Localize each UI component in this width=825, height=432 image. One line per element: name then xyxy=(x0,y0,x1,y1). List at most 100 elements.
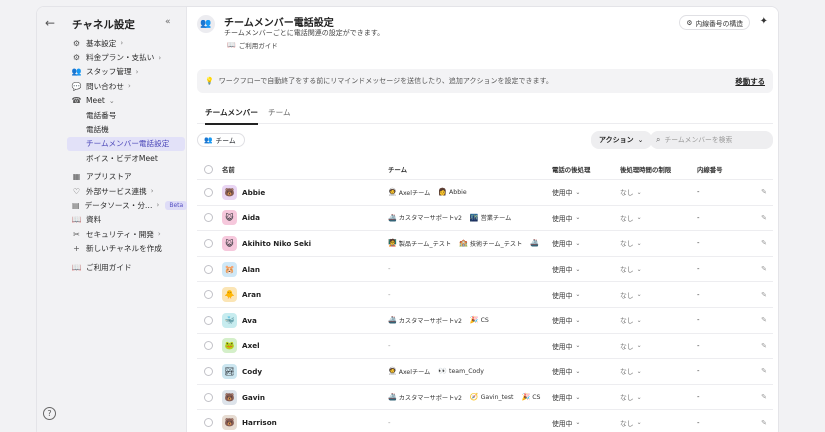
edit-icon[interactable]: ✎ xyxy=(761,316,767,324)
select-all-checkbox[interactable] xyxy=(204,165,213,174)
row-checkbox[interactable] xyxy=(204,238,213,248)
sidebar-item[interactable]: 📖 資料 xyxy=(67,213,185,227)
member-name[interactable]: Ava xyxy=(242,316,257,325)
extension-structure-button[interactable]: ⚙ 内線番号の構造 xyxy=(679,15,750,30)
sidebar-item[interactable]: 👥 スタッフ管理 › xyxy=(67,65,185,79)
time-limit-dropdown[interactable]: なし ⌄ xyxy=(620,180,642,205)
after-call-dropdown[interactable]: 使用中 ⌄ xyxy=(552,231,580,256)
sidebar-item[interactable]: ♡ 外部サービス連携 › xyxy=(67,184,185,198)
sidebar-item[interactable]: 💬 問い合わせ › xyxy=(67,79,185,93)
edit-icon[interactable]: ✎ xyxy=(761,367,767,375)
edit-icon[interactable]: ✎ xyxy=(761,239,767,247)
name-cell: 🐻 Abbie xyxy=(222,180,265,205)
banner-move-link[interactable]: 移動する xyxy=(735,76,765,87)
after-call-dropdown[interactable]: 使用中 ⌄ xyxy=(552,206,580,231)
member-name[interactable]: Abbie xyxy=(242,188,265,197)
member-name[interactable]: Alan xyxy=(242,265,260,274)
after-call-dropdown[interactable]: 使用中 ⌄ xyxy=(552,282,580,307)
sidebar-item[interactable]: ▤ データソース・分… › Beta xyxy=(67,198,188,212)
help-icon[interactable]: ? xyxy=(43,407,56,420)
table-row[interactable]: 😺 Aida 🚢 カスタマーサポートv2 🌃 営業チーム 使用中 ⌄ なし ⌄ - ✎ xyxy=(197,206,773,232)
row-checkbox[interactable] xyxy=(204,392,213,402)
after-call-dropdown[interactable]: 使用中 ⌄ xyxy=(552,334,580,359)
member-name[interactable]: Gavin xyxy=(242,393,265,402)
table-row[interactable]: 🐻 Gavin 🚢 カスタマーサポートv2 🧭 Gavin_test 🎉 CS 使用中 ⌄ なし ⌄ -… xyxy=(197,385,773,411)
row-checkbox[interactable] xyxy=(204,290,213,300)
sidebar-item[interactable]: ⚙ 基本設定 › xyxy=(67,36,185,50)
sidebar-item[interactable]: ボイス・ビデオMeet xyxy=(67,151,185,165)
avatar: 🐻 xyxy=(222,389,237,405)
row-checkbox[interactable] xyxy=(204,315,213,325)
row-checkbox[interactable] xyxy=(204,418,213,428)
time-limit-dropdown[interactable]: なし ⌄ xyxy=(620,308,642,333)
after-call-dropdown[interactable]: 使用中 ⌄ xyxy=(552,385,580,410)
team-emoji: 👩 xyxy=(438,188,448,197)
time-limit-dropdown[interactable]: なし ⌄ xyxy=(620,282,642,307)
after-call-dropdown[interactable]: 使用中 ⌄ xyxy=(552,308,580,333)
time-limit-dropdown[interactable]: なし ⌄ xyxy=(620,359,642,384)
table-row[interactable]: 🐹 Alan - 使用中 ⌄ なし ⌄ - ✎ xyxy=(197,257,773,283)
time-limit-dropdown[interactable]: なし ⌄ xyxy=(620,334,642,359)
team-tag: 🚢 カスタマーサポートv2 xyxy=(388,316,462,325)
guide-link[interactable]: 📖 ご利用ガイド xyxy=(227,40,278,50)
edit-icon[interactable]: ✎ xyxy=(761,419,767,427)
row-checkbox[interactable] xyxy=(204,366,213,376)
after-call-dropdown[interactable]: 使用中 ⌄ xyxy=(552,257,580,282)
time-limit-dropdown[interactable]: なし ⌄ xyxy=(620,231,642,256)
sidebar-item[interactable]: ▦ アプリストア xyxy=(67,170,185,184)
member-name[interactable]: Axel xyxy=(242,341,260,350)
sidebar-item[interactable]: + 新しいチャネルを作成 xyxy=(67,241,185,255)
chevron-down-icon: ⌄ xyxy=(575,393,581,401)
sidebar-item[interactable]: 📖 ご利用ガイド xyxy=(67,260,185,274)
table-row[interactable]: 😺 Akihito Niko Seki 🧑‍🏫 製品チーム_テスト 🏫 技術チーム_テスト… xyxy=(197,231,773,257)
team-name: CS xyxy=(480,316,489,324)
team-filter-chip[interactable]: 👥 チーム xyxy=(197,133,245,147)
sidebar-item[interactable]: ⚙ 料金プラン・支払い › xyxy=(67,50,185,64)
time-limit-dropdown[interactable]: なし ⌄ xyxy=(620,385,642,410)
sidebar-item[interactable]: 電話機 xyxy=(67,122,185,136)
team-tag: 🎉 CS xyxy=(521,393,540,401)
row-checkbox[interactable] xyxy=(204,187,213,197)
tab-team-members[interactable]: チームメンバー xyxy=(205,107,258,125)
sidebar-item[interactable]: 電話番号 xyxy=(67,108,185,122)
header-after-call: 電話の後処理 xyxy=(552,166,591,174)
sidebar-item-label: スタッフ管理 xyxy=(86,67,132,77)
back-arrow-icon[interactable]: ← xyxy=(42,15,58,31)
edit-icon[interactable]: ✎ xyxy=(761,214,767,222)
search-input[interactable] xyxy=(664,136,760,144)
edit-icon[interactable]: ✎ xyxy=(761,188,767,196)
member-name[interactable]: Aran xyxy=(242,290,261,299)
row-checkbox[interactable] xyxy=(204,264,213,274)
table-row[interactable]: 🐳 Ava 🚢 カスタマーサポートv2 🎉 CS 使用中 ⌄ なし ⌄ - ✎ xyxy=(197,308,773,334)
avatar: 🐥 xyxy=(222,287,237,303)
after-call-dropdown[interactable]: 使用中 ⌄ xyxy=(552,359,580,384)
empty-team: - xyxy=(388,341,391,350)
after-call-dropdown[interactable]: 使用中 ⌄ xyxy=(552,180,580,205)
edit-icon[interactable]: ✎ xyxy=(761,393,767,401)
member-name[interactable]: Aida xyxy=(242,213,260,222)
member-name[interactable]: Harrison xyxy=(242,418,277,427)
collapse-sidebar-icon[interactable]: « xyxy=(165,17,171,27)
sparkle-icon[interactable]: ✦ xyxy=(760,16,768,27)
table-row[interactable]: 🐻 Harrison - 使用中 ⌄ なし ⌄ - ✎ xyxy=(197,410,773,432)
after-call-dropdown[interactable]: 使用中 ⌄ xyxy=(552,410,580,432)
row-checkbox[interactable] xyxy=(204,341,213,351)
table-row[interactable]: 🐥 Aran - 使用中 ⌄ なし ⌄ - ✎ xyxy=(197,282,773,308)
action-dropdown[interactable]: アクション ⌄ xyxy=(591,131,652,149)
sidebar-item[interactable]: ✂ セキュリティ・開発 › xyxy=(67,227,185,241)
time-limit-dropdown[interactable]: なし ⌄ xyxy=(620,206,642,231)
member-name[interactable]: Akihito Niko Seki xyxy=(242,239,311,248)
sidebar-item[interactable]: チームメンバー電話設定 xyxy=(67,136,185,152)
time-limit-dropdown[interactable]: なし ⌄ xyxy=(620,257,642,282)
edit-icon[interactable]: ✎ xyxy=(761,291,767,299)
time-limit-dropdown[interactable]: なし ⌄ xyxy=(620,410,642,432)
tab-teams[interactable]: チーム xyxy=(268,107,291,123)
table-row[interactable]: 🐸 Axel - 使用中 ⌄ なし ⌄ - ✎ xyxy=(197,334,773,360)
member-name[interactable]: Cody xyxy=(242,367,262,376)
table-row[interactable]: 🐻 Abbie 🧑‍🚀 Axelチーム 👩 Abbie 使用中 ⌄ なし ⌄ - ✎ xyxy=(197,180,773,206)
table-row[interactable]: 🏞 Cody 🧑‍🚀 Axelチーム 👀 team_Cody 使用中 ⌄ なし ⌄ - ✎ xyxy=(197,359,773,385)
edit-icon[interactable]: ✎ xyxy=(761,342,767,350)
row-checkbox[interactable] xyxy=(204,213,213,223)
sidebar-item[interactable]: ☎ Meet ⌄ xyxy=(67,94,185,108)
edit-icon[interactable]: ✎ xyxy=(761,265,767,273)
